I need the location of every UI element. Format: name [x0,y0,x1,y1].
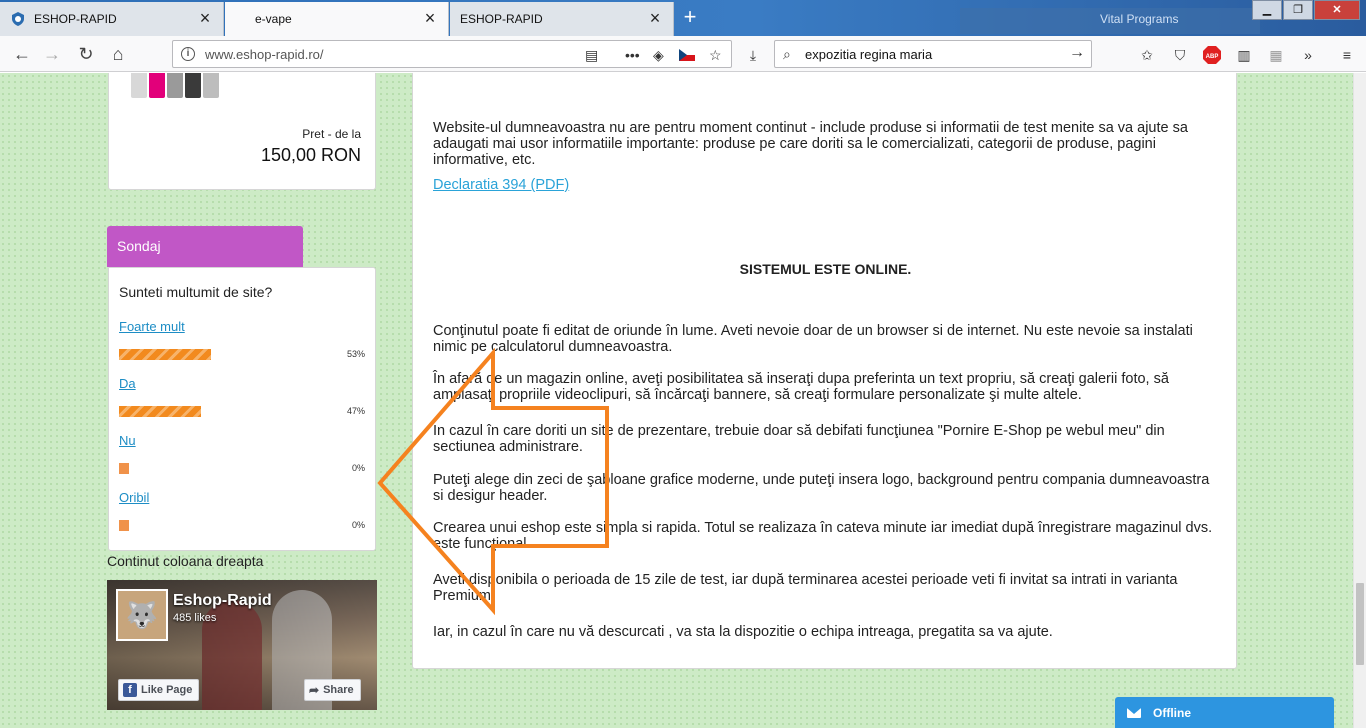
declaration-pdf-link[interactable]: Declaratia 394 (PDF) [433,177,569,193]
like-page-button[interactable]: f Like Page [118,679,200,701]
tab-eshop-rapid-2[interactable]: ESHOP-RAPID × [450,2,674,36]
tab-bar: Vital Programs ESHOP-RAPID × e-vape × ES… [0,0,1366,36]
hamburger-menu-icon[interactable]: ≡ [1338,46,1356,64]
tab-title: e-vape [255,12,292,26]
poll-question: Sunteti multumit de site? [119,284,273,300]
poll-percent: 47% [346,406,365,416]
facebook-page-widget[interactable]: 🐺 Eshop-Rapid 485 likes f Like Page ➦ Sh… [107,580,377,710]
annotation-arrow-icon [377,348,609,616]
chat-status-label: Offline [1153,705,1191,720]
close-window-icon[interactable]: ✕ [1314,0,1360,20]
product-card[interactable]: Pret - de la 150,00 RON [108,73,376,190]
adblock-plus-icon[interactable]: ABP [1203,46,1221,64]
poll-bar-track [119,406,211,417]
poll-bar-track [119,349,211,360]
site-info-icon[interactable]: i [181,47,195,61]
search-input[interactable] [805,45,1055,63]
share-label: Share [323,684,354,696]
tab-e-vape[interactable]: e-vape × [225,2,449,36]
facebook-f-icon: f [123,683,137,697]
tab-title: ESHOP-RAPID [34,12,117,26]
ublock-icon[interactable]: ⛉ [1171,46,1189,64]
poll-header: Sondaj [107,226,303,267]
intro-paragraph: Website-ul dumneavoastra nu are pentru m… [433,120,1188,168]
facebook-page-name[interactable]: Eshop-Rapid [173,592,272,610]
like-page-label: Like Page [141,684,193,696]
poll-bar-fill [119,349,211,360]
system-online-heading: SISTEMUL ESTE ONLINE. [739,261,912,277]
tab-close-icon[interactable]: × [645,9,665,29]
bookmarks-star-icon[interactable]: ✩ [1138,46,1156,64]
overflow-chevron-icon[interactable]: » [1299,46,1317,64]
tab-title: ESHOP-RAPID [460,12,543,26]
window-controls: ▁ ❐ ✕ [1251,0,1360,20]
poll-bar-fill [119,463,129,474]
home-icon[interactable]: ⌂ [104,40,132,68]
poll-bar-track [119,463,211,474]
chat-offline-button[interactable]: Offline [1115,697,1334,728]
envelope-icon [1127,707,1141,718]
right-column-heading: Continut coloana dreapta [107,553,264,569]
share-arrow-icon: ➦ [309,683,320,697]
price-value: 150,00 RON [260,145,361,165]
poll-card: Sunteti multumit de site? Foarte mult 53… [108,267,376,551]
poll-option-nu[interactable]: Nu [119,433,136,448]
page-actions-icon[interactable]: ••• [625,47,640,63]
search-go-arrow-icon[interactable]: → [1069,44,1085,62]
poll-option-da[interactable]: Da [119,376,136,391]
url-text: www.eshop-rapid.ro/ [205,47,324,62]
minimize-icon[interactable]: ▁ [1252,0,1282,20]
scrollbar-thumb[interactable] [1356,583,1364,665]
navigation-toolbar: ← → ↻ ⌂ i www.eshop-rapid.ro/ ▤ ••• ◈ ☆ … [0,36,1366,72]
new-tab-plus-icon[interactable]: + [676,6,704,30]
shield-favicon-icon [10,11,26,27]
forward-arrow-icon[interactable]: → [38,40,66,68]
tab-close-icon[interactable]: × [195,9,215,29]
bookmark-star-icon[interactable]: ☆ [709,47,722,64]
window-background-text: Vital Programs [1100,12,1179,26]
download-icon[interactable]: ⤓ [744,46,762,64]
czech-flag-icon[interactable] [679,48,695,64]
product-image[interactable] [131,73,231,104]
search-icon: ⌕ [783,46,791,62]
price-label: Pret - de la [302,127,361,141]
search-bar[interactable]: ⌕ → [774,40,1092,68]
sidebar-icon[interactable]: ▥ [1235,46,1253,64]
back-arrow-icon[interactable]: ← [8,40,36,68]
poll-bar-fill [119,520,129,531]
poll-option-oribil[interactable]: Oribil [119,490,149,505]
poll-percent: 0% [351,520,365,530]
reader-view-icon[interactable]: ▤ [585,47,598,64]
poll-percent: 0% [351,463,365,473]
pocket-icon[interactable]: ◈ [653,47,664,64]
poll-bar-track [119,520,211,531]
url-bar[interactable]: i www.eshop-rapid.ro/ ▤ ••• ◈ ☆ [172,40,732,68]
facebook-likes-count: 485 likes [173,612,217,624]
library-icon[interactable]: ▦ [1267,46,1285,64]
poll-bar-fill [119,406,201,417]
page-scrollbar[interactable] [1353,73,1366,728]
poll-percent: 53% [346,349,365,359]
reload-icon[interactable]: ↻ [72,40,100,68]
page-logo-icon[interactable]: 🐺 [116,589,168,641]
tab-eshop-rapid-1[interactable]: ESHOP-RAPID × [0,2,224,36]
tab-close-icon[interactable]: × [420,9,440,29]
restore-icon[interactable]: ❐ [1283,0,1313,20]
svg-text:ABP: ABP [1206,54,1219,60]
page-viewport: Pret - de la 150,00 RON Sondaj Sunteti m… [0,73,1366,728]
share-button[interactable]: ➦ Share [304,679,361,701]
poll-option-foarte-mult[interactable]: Foarte mult [119,319,185,334]
content-paragraph: Iar, in cazul în care nu vă descurcati ,… [433,624,1053,640]
